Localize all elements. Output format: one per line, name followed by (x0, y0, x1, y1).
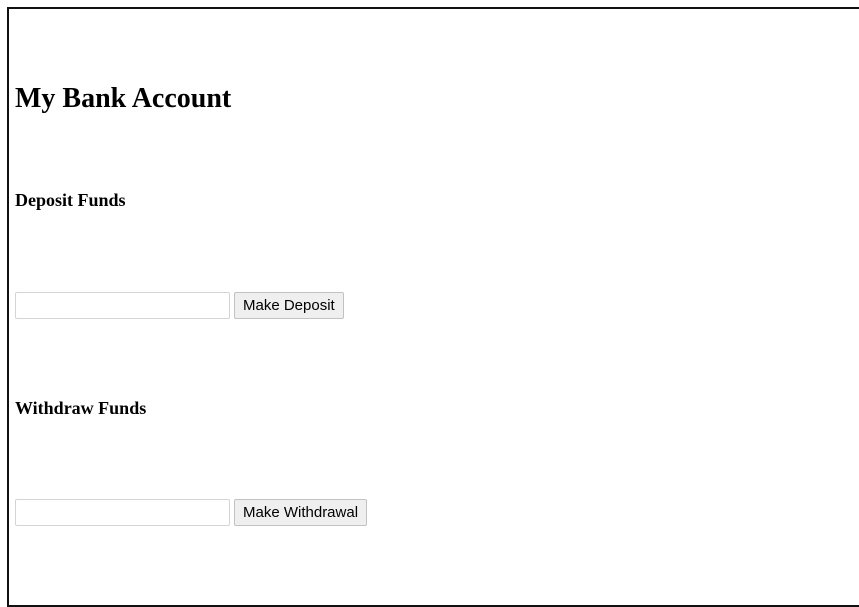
withdraw-funds-heading: Withdraw Funds (15, 398, 147, 418)
deposit-funds-heading: Deposit Funds (15, 190, 126, 210)
make-deposit-button[interactable]: Make Deposit (234, 291, 344, 319)
make-withdrawal-button[interactable]: Make Withdrawal (234, 498, 368, 526)
bank-account-page: My Bank Account Deposit Funds Make Depos… (7, 7, 859, 607)
withdraw-form: Make Withdrawal (15, 498, 368, 526)
withdraw-amount-input[interactable] (15, 498, 230, 526)
deposit-amount-input[interactable] (15, 291, 230, 319)
deposit-form: Make Deposit (15, 291, 344, 319)
page-title: My Bank Account (15, 83, 232, 114)
